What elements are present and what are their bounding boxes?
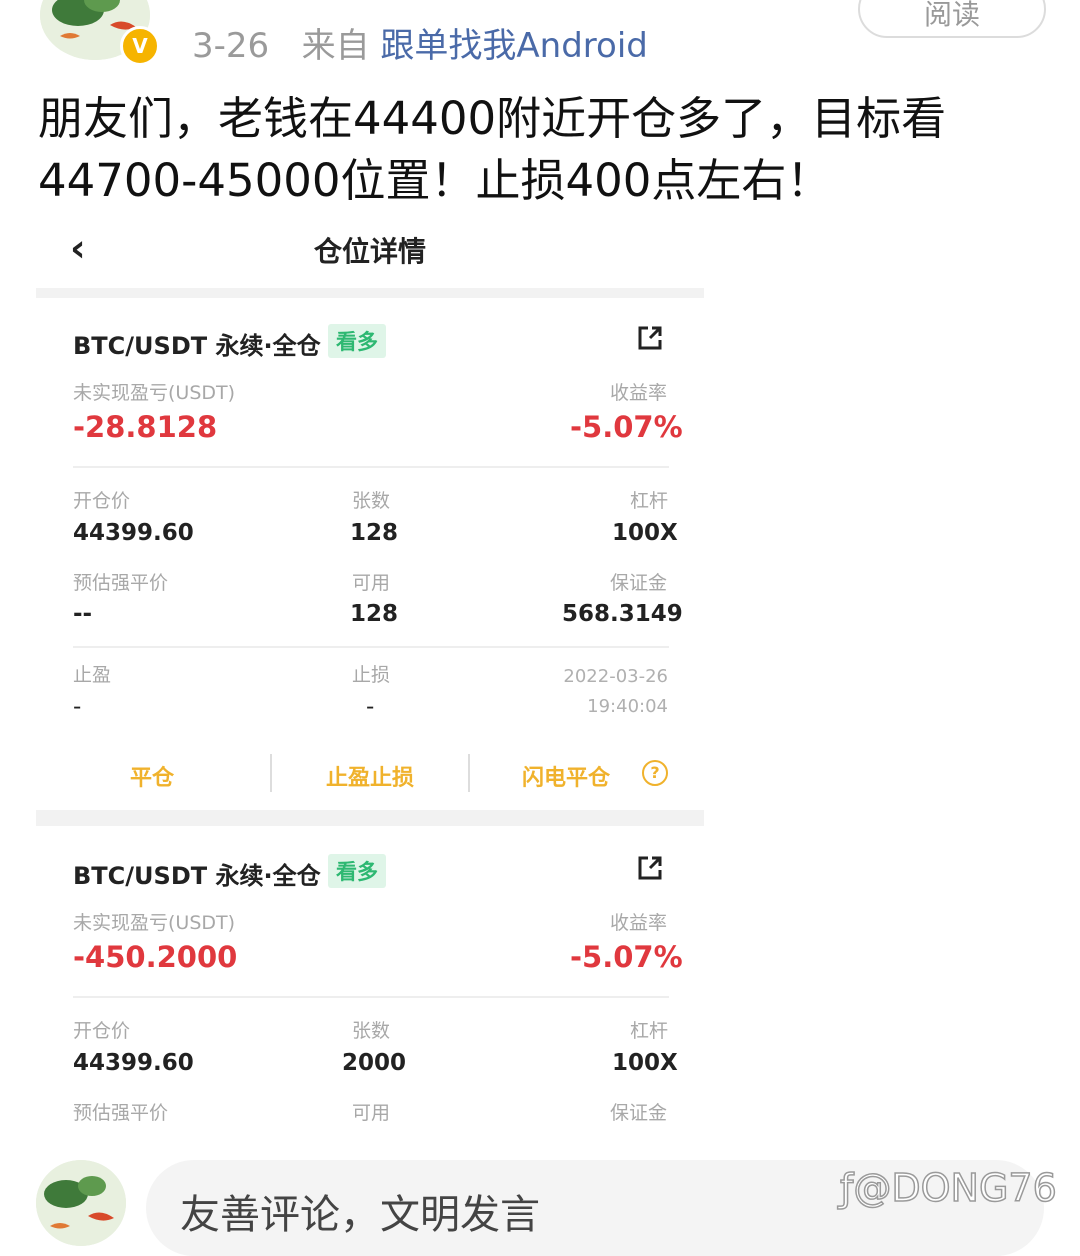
- section-gap: [36, 288, 704, 298]
- margin-label: 保证金: [610, 1102, 668, 1124]
- watermark: ƒ@DONG76: [839, 1165, 1058, 1211]
- verified-badge-icon: V: [120, 26, 160, 66]
- liq-price: --: [73, 601, 93, 627]
- stop-loss: -: [366, 694, 375, 720]
- long-tag: 看多: [328, 324, 386, 358]
- leverage: 100X: [612, 1050, 678, 1076]
- position-card: BTC/USDT 永续·全仓 看多 未实现盈亏(USDT) 收益率 -450.2…: [36, 828, 704, 1132]
- roe-label: 收益率: [610, 382, 668, 404]
- margin-label: 保证金: [610, 572, 668, 594]
- zhihu-logo-icon: ƒ: [839, 1165, 854, 1211]
- watermark-text: @DONG76: [853, 1165, 1058, 1211]
- entry-price: 44399.60: [73, 520, 194, 546]
- margin: 568.3149: [562, 601, 683, 627]
- post-meta: 3-26 来自 跟单找我Android: [192, 18, 648, 67]
- close-position-button[interactable]: 平仓: [130, 760, 174, 792]
- post-line-1: 朋友们，老钱在44400附近开仓多了，目标看: [38, 92, 947, 145]
- unrealized-pnl: -450.2000: [73, 940, 238, 974]
- pair-name: BTC/USDT 永续·全仓: [73, 862, 321, 890]
- divider: [73, 646, 669, 648]
- koi-pond-avatar-image: [36, 1160, 126, 1246]
- divider: [73, 996, 669, 998]
- source-link[interactable]: 跟单找我Android: [380, 26, 647, 66]
- entry-price-label: 开仓价: [73, 490, 131, 512]
- source-prefix: 来自: [301, 26, 370, 66]
- roe-value: -5.07%: [570, 940, 683, 974]
- quantity: 128: [350, 520, 399, 546]
- long-tag: 看多: [328, 854, 386, 888]
- help-icon[interactable]: ?: [642, 760, 668, 786]
- quantity-label: 张数: [352, 490, 391, 512]
- liq-price-label: 预估强平价: [73, 1102, 169, 1124]
- action-separator: [270, 754, 272, 792]
- pnl-label: 未实现盈亏(USDT): [73, 912, 236, 934]
- liq-price-label: 预估强平价: [73, 572, 169, 594]
- available-label: 可用: [352, 572, 391, 594]
- pair-name: BTC/USDT 永续·全仓: [73, 332, 321, 360]
- comment-placeholder: 友善评论，文明发言: [180, 1192, 540, 1238]
- quantity-label: 张数: [352, 1020, 391, 1042]
- pnl-label: 未实现盈亏(USDT): [73, 382, 236, 404]
- take-profit-label: 止盈: [73, 664, 112, 686]
- chevron-left-icon: ‹: [70, 226, 86, 270]
- roe-label: 收益率: [610, 912, 668, 934]
- embedded-screenshot[interactable]: ‹ 仓位详情 BTC/USDT 永续·全仓 看多 未实现盈亏(USDT) 收益率…: [36, 222, 704, 1132]
- leverage-label: 杠杆: [630, 1020, 669, 1042]
- take-profit: -: [73, 694, 82, 720]
- quantity: 2000: [342, 1050, 407, 1076]
- open-time: 19:40:04: [587, 696, 668, 717]
- leverage-label: 杠杆: [630, 490, 669, 512]
- leverage: 100X: [612, 520, 678, 546]
- unrealized-pnl: -28.8128: [73, 410, 218, 444]
- post-date: 3-26: [192, 26, 270, 66]
- post-line-2: 44700-45000位置！止损400点左右！: [38, 154, 832, 207]
- read-button-label: 阅读: [923, 0, 980, 31]
- available: 128: [350, 601, 399, 627]
- flash-close-button[interactable]: 闪电平仓: [522, 760, 610, 792]
- available-label: 可用: [352, 1102, 391, 1124]
- share-icon: [638, 856, 662, 880]
- post-text: 朋友们，老钱在44400附近开仓多了，目标看 44700-45000位置！止损4…: [38, 88, 1058, 212]
- section-gap: [36, 810, 704, 826]
- action-separator: [468, 754, 470, 792]
- position-card: BTC/USDT 永续·全仓 看多 未实现盈亏(USDT) 收益率 -28.81…: [36, 298, 704, 808]
- my-avatar[interactable]: [36, 1160, 126, 1246]
- entry-price: 44399.60: [73, 1050, 194, 1076]
- tp-sl-button[interactable]: 止盈止损: [326, 760, 414, 792]
- stop-loss-label: 止损: [352, 664, 391, 686]
- open-date: 2022-03-26: [563, 666, 668, 687]
- share-icon: [638, 326, 662, 350]
- divider: [73, 466, 669, 468]
- roe-value: -5.07%: [570, 410, 683, 444]
- screenshot-title: 仓位详情: [314, 235, 427, 268]
- read-button[interactable]: 阅读: [858, 0, 1046, 38]
- entry-price-label: 开仓价: [73, 1020, 131, 1042]
